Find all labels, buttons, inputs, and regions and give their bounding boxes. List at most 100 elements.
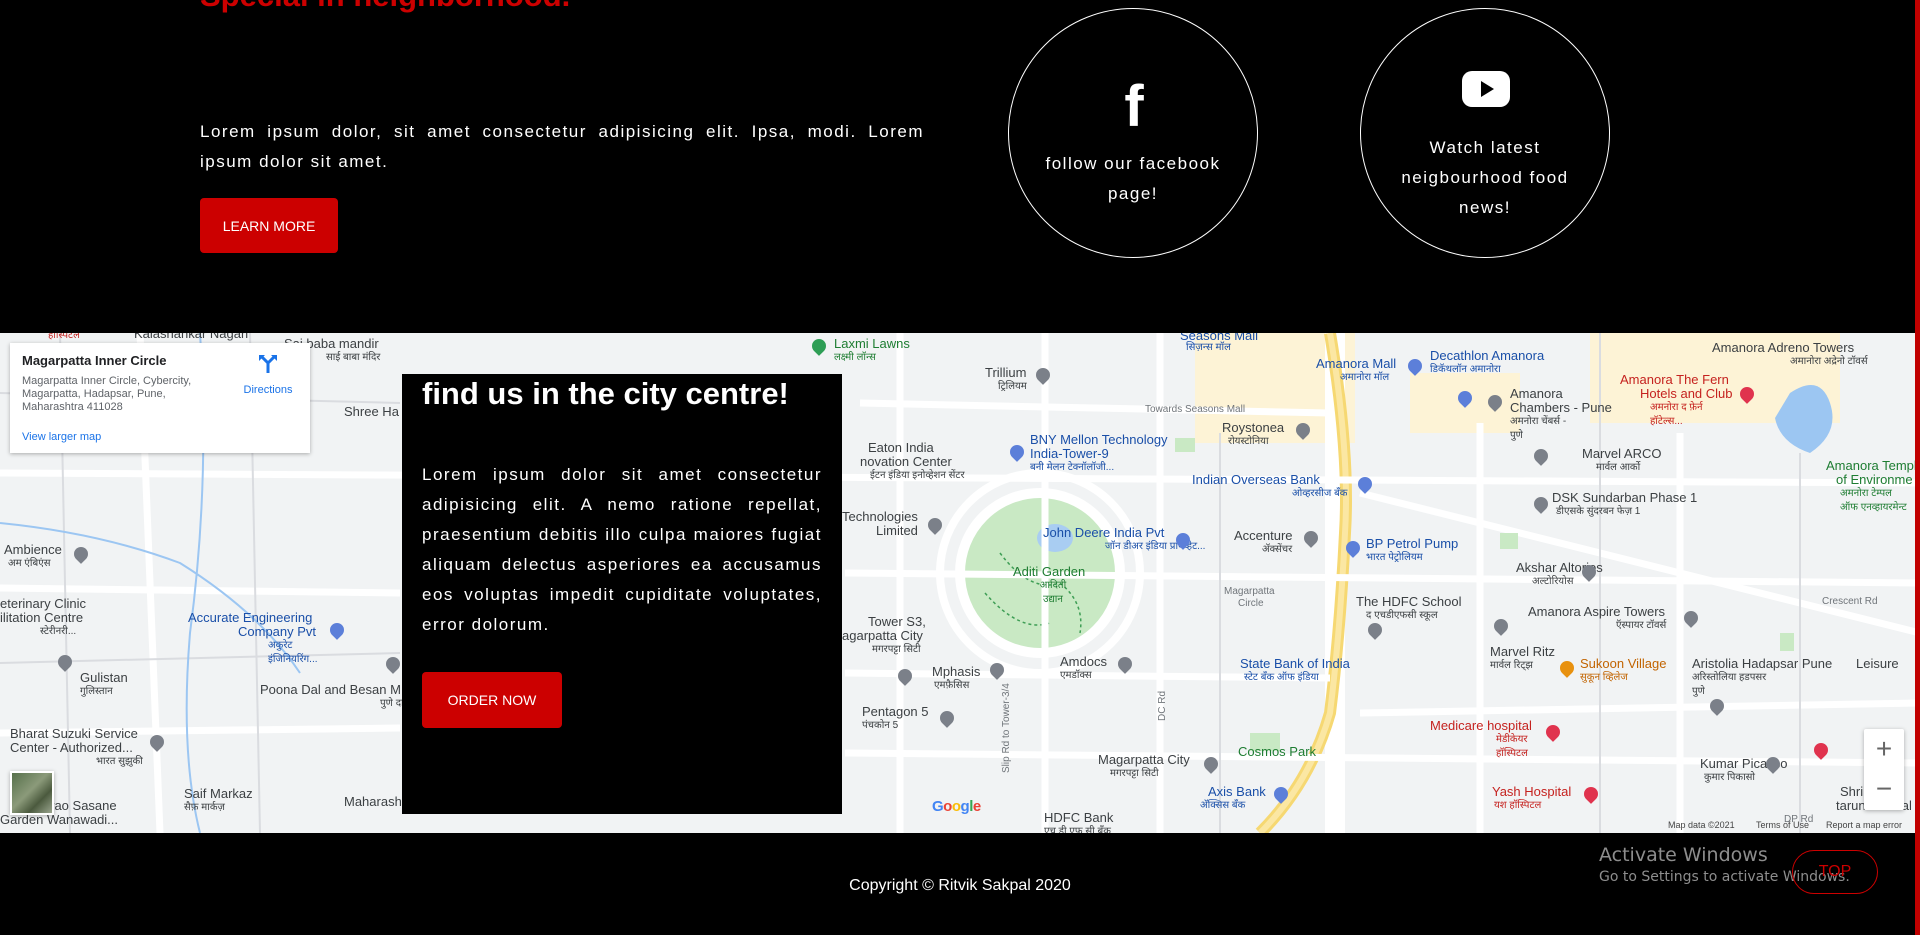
map-label-clinic: eterinary Clinic <box>0 596 86 611</box>
map-label-trillium: Trillium <box>985 365 1027 380</box>
map-label-bp: BP Petrol Pump <box>1366 536 1459 551</box>
map-label-decathlon: Decathlon Amanora <box>1430 348 1545 363</box>
map-label-yash: Yash Hospital <box>1492 784 1572 799</box>
map-label-john-deere-sub: जॉन डीअर इंडिया प्रायव्हेट... <box>1105 541 1206 552</box>
map-label-hdfc-bank: HDFC Bank <box>1044 810 1114 825</box>
satellite-toggle[interactable] <box>10 771 54 815</box>
page-scrollbar[interactable] <box>1915 0 1920 935</box>
zoom-in-button[interactable]: + <box>1864 729 1904 769</box>
map-label-saif: Saif Markaz <box>184 786 253 801</box>
directions-icon <box>259 355 277 373</box>
map-label-accurate-sub: अकुरेट इंजिनियरिंग... <box>268 640 318 665</box>
map-label-pentagon-sub: पंचकोन 5 <box>862 720 899 731</box>
map-label-medicare-sub: मेडीकेयर हॉस्पिटल <box>1496 734 1528 759</box>
map-label-gulistan: Gulistan <box>80 670 128 685</box>
map-label-overseas-sub: ओव्हरसीज बँक <box>1292 488 1348 499</box>
map-label-bharat: Bharat Suzuki Service <box>10 726 138 741</box>
map-label-amdocs-sub: एमडॉक्स <box>1060 670 1092 681</box>
place-address: Magarpatta Inner Circle, Cybercity, Maga… <box>22 375 192 413</box>
directions-button[interactable]: Directions <box>238 353 298 396</box>
map-label-shree: Shree Ha <box>344 404 399 419</box>
map-label-accurate: Accurate Engineering <box>188 610 313 625</box>
map-label-amanora-chambers: Amanora <box>1510 386 1563 401</box>
map-label-tower-s3: Tower S3, <box>868 614 926 629</box>
map-label-mphasis-sub: एमफ़ैसिस <box>934 680 970 691</box>
back-to-top-button[interactable]: TOP <box>1792 850 1878 894</box>
embedded-map[interactable]: Laxmi Lawns लक्ष्मी लॉन्स Seasons Mall स… <box>0 333 1920 833</box>
map-label-maharash: Maharash <box>344 794 402 809</box>
map-label-marvel-arco-sub: मार्वल आर्को <box>1596 462 1641 473</box>
map-label-saif-sub: सैफ़ मार्कज़ <box>184 802 225 813</box>
panel-text: Lorem ipsum dolor sit amet consectetur a… <box>422 465 822 634</box>
map-label-hdfc-school-sub: द एचडीएफसी स्कूल <box>1366 610 1438 621</box>
map-label-temple-2: of Environme <box>1836 472 1913 487</box>
hero-text: Lorem ipsum dolor, sit amet consectetur … <box>200 122 924 171</box>
place-name: Magarpatta Inner Circle <box>22 353 167 368</box>
map-label-aditi-garden: Aditi Garden <box>1013 564 1086 579</box>
map-label-bny: BNY Mellon Technology <box>1030 432 1168 447</box>
map-label-roystonea: Roystonea <box>1222 420 1285 435</box>
map-label-leisure: Leisure <box>1856 656 1899 671</box>
zoom-out-button[interactable]: − <box>1864 769 1904 809</box>
map-label-laxmi-lawns-sub: लक्ष्मी लॉन्स <box>834 352 876 363</box>
map-label-towards-seasons: Towards Seasons Mall <box>1145 404 1246 415</box>
view-larger-map-link[interactable]: View larger map <box>22 431 101 443</box>
map-label-kalashankar: Kalashankar Nagari <box>134 333 249 341</box>
map-label-sbi: State Bank of India <box>1240 656 1350 671</box>
map-label-aspire: Amanora Aspire Towers <box>1528 604 1666 619</box>
map-place-card: Magarpatta Inner Circle Magarpatta Inner… <box>10 343 310 453</box>
map-label-eaton-sub: ईटन इंडिया इनोव्हेशन सेंटर <box>870 470 965 481</box>
map-label-aspire-sub: ऍस्पायर टॉवर्स <box>1616 620 1667 631</box>
facebook-link[interactable]: f follow our facebook page! <box>1008 8 1258 258</box>
facebook-label: follow our facebook page! <box>1045 154 1221 203</box>
map-label-sukoon: Sukoon Village <box>1580 656 1667 671</box>
map-label-trillium-sub: ट्रिलियम <box>998 381 1027 392</box>
map-label-aristolia-sub: अरिस्तोलिया हडपसर पुणे <box>1692 672 1767 697</box>
map-label-gulistan-sub: गुलिस्तान <box>80 686 113 697</box>
map-label-poona: Poona Dal and Besan M <box>260 682 401 697</box>
map-label-adreno: Amanora Adreno Towers <box>1712 340 1855 355</box>
map-label-temple-sub: अमनोरा टेम्पल ऑफ एनव्हायरमेन्ट <box>1840 488 1907 513</box>
map-label-yash-sub: यश हॉस्पिटल <box>1494 800 1542 811</box>
directions-label: Directions <box>243 384 293 396</box>
map-label-pentagon: Pentagon 5 <box>862 704 929 719</box>
zoom-control: + − <box>1864 729 1904 810</box>
map-label-bp-sub: भारत पेट्रोलियम <box>1366 552 1423 563</box>
map-label-saibaba-sub: साई बाबा मंदिर <box>326 352 381 363</box>
youtube-icon <box>1462 71 1510 107</box>
youtube-link[interactable]: Watch latest neigbourhood food news! <box>1360 8 1610 258</box>
terms-link[interactable]: Terms of Use <box>1756 820 1809 830</box>
map-data-text: Map data ©2021 <box>1668 820 1735 830</box>
learn-more-button[interactable]: LEARN MORE <box>200 198 338 253</box>
map-label-roystonea-sub: रोयस्टोनिया <box>1228 436 1269 447</box>
map-label-dsk-sub: डीएसके सुंदरबन फेज़ 1 <box>1556 506 1641 517</box>
map-label-bharat-sub: भारत सुझुकी <box>96 756 143 767</box>
map-label-ambience-sub: अम एंबिएंस <box>8 558 51 569</box>
map-label-adreno-sub: अमानोरा अद्रेनो टॉवर्स <box>1790 356 1868 367</box>
map-label-john-deere: John Deere India Pvt <box>1043 525 1165 540</box>
map-label-medicare: Medicare hospital <box>1430 718 1532 733</box>
map-label-magarpatta-circle-2: Circle <box>1238 598 1264 609</box>
order-now-button[interactable]: ORDER NOW <box>422 672 562 728</box>
map-label-laxmi-lawns: Laxmi Lawns <box>834 336 910 351</box>
map-label-sasane-2: Garden Wanawadi... <box>0 812 119 827</box>
map-label-dc-rd: DC Rd <box>1157 690 1168 721</box>
map-label-amanora-mall: Amanora Mall <box>1316 356 1397 371</box>
map-label-magarpatta-city-sub: मगरपट्टा सिटी <box>1110 768 1159 779</box>
map-label-overseas: Indian Overseas Bank <box>1192 472 1320 487</box>
map-label-marvel-ritz-sub: मार्वल रिट्झ <box>1490 660 1533 671</box>
map-label-amanora-chambers-sub: अमनोरा चेंबर्स - पुणे <box>1510 416 1567 441</box>
map-label-amdocs: Amdocs <box>1060 654 1107 669</box>
map-label-eaton-2: novation Center <box>860 454 952 469</box>
map-label-dsk: DSK Sundarban Phase 1 <box>1552 490 1698 505</box>
map-label-akshar-sub: अल्टोरियोस <box>1532 576 1574 587</box>
map-label-seasons-mall-sub: सिज़न्स मॉल <box>1186 342 1231 353</box>
map-label-accenture-sub: ॲक्सेंचर <box>1262 544 1293 555</box>
facebook-icon: f <box>1124 74 1144 139</box>
map-label-aristolia: Aristolia Hadapsar Pune <box>1692 656 1833 671</box>
city-centre-panel: find us in the city centre! Lorem ipsum … <box>402 374 842 814</box>
map-label-hdfc-bank-sub: एच डी एफ सी बँक <box>1044 826 1111 833</box>
report-map-error-link[interactable]: Report a map error <box>1826 820 1902 830</box>
map-label-amanora-chambers-2: Chambers - Pune <box>1510 400 1612 415</box>
map-label-hospital: हॉस्पिटल <box>48 333 80 341</box>
